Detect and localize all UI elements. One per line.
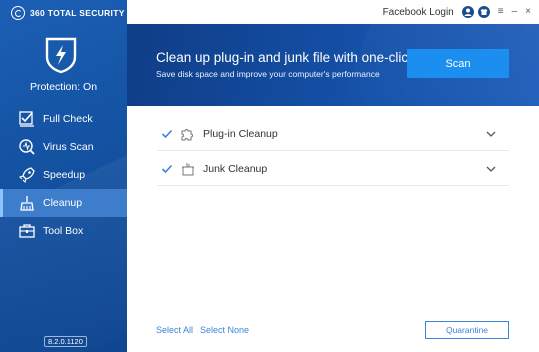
rocket-icon — [17, 165, 37, 185]
sidebar-item-label: Tool Box — [43, 225, 84, 237]
sidebar-item-label: Cleanup — [43, 197, 83, 209]
list-item-junk-cleanup[interactable]: Junk Cleanup — [157, 152, 509, 186]
checkmark-icon[interactable] — [161, 162, 175, 176]
select-none-link[interactable]: Select None — [200, 325, 249, 335]
close-button[interactable]: × — [525, 7, 531, 17]
minimize-button[interactable]: – — [512, 7, 518, 17]
chevron-down-icon[interactable] — [485, 127, 499, 141]
select-all-link[interactable]: Select All — [156, 325, 193, 335]
scan-button[interactable]: Scan — [407, 49, 509, 78]
checkmark-icon[interactable] — [161, 127, 175, 141]
brand: 360 TOTAL SECURITY — [11, 6, 125, 20]
banner-subtitle: Save disk space and improve your compute… — [156, 69, 380, 79]
version-label: 8.2.0.1120 — [44, 336, 87, 347]
broom-icon — [17, 193, 37, 213]
sidebar-item-label: Speedup — [43, 169, 86, 181]
quarantine-button[interactable]: Quarantine — [425, 321, 509, 339]
protection-status[interactable]: Protection: On — [0, 81, 127, 93]
virus-scan-icon — [17, 137, 37, 157]
sidebar-item-speedup[interactable]: Speedup — [0, 161, 127, 189]
facebook-login-link[interactable]: Facebook Login — [383, 7, 454, 18]
shield-lightning-icon[interactable] — [44, 36, 78, 74]
menu-icon[interactable]: ≡ — [498, 7, 504, 17]
banner: Clean up plug-in and junk file with one-… — [127, 24, 539, 106]
brand-name: 360 TOTAL SECURITY — [30, 8, 125, 18]
sidebar-item-cleanup[interactable]: Cleanup — [0, 189, 127, 217]
sidebar-item-tool-box[interactable]: Tool Box — [0, 217, 127, 245]
sidebar-item-full-check[interactable]: Full Check — [0, 105, 127, 133]
brand-logo-icon — [11, 6, 25, 20]
banner-title: Clean up plug-in and junk file with one-… — [156, 50, 415, 65]
sidebar-item-label: Full Check — [43, 113, 93, 125]
trash-bin-icon — [179, 160, 197, 178]
puzzle-icon — [179, 125, 197, 143]
user-avatar-icon[interactable] — [461, 6, 474, 18]
skin-shirt-icon[interactable] — [477, 6, 490, 18]
list-item-label: Plug-in Cleanup — [203, 127, 278, 140]
sidebar: 360 TOTAL SECURITY Protection: On Full C… — [0, 0, 127, 352]
full-check-icon — [17, 109, 37, 129]
list-item-plugin-cleanup[interactable]: Plug-in Cleanup — [157, 117, 509, 151]
sidebar-item-virus-scan[interactable]: Virus Scan — [0, 133, 127, 161]
sidebar-nav: Full Check Virus Scan Speedup Cleanup To… — [0, 105, 127, 245]
sidebar-item-label: Virus Scan — [43, 141, 94, 153]
toolbox-icon — [17, 221, 37, 241]
title-bar: Facebook Login ≡ – × — [127, 0, 539, 24]
list-item-label: Junk Cleanup — [203, 162, 268, 175]
chevron-down-icon[interactable] — [485, 162, 499, 176]
